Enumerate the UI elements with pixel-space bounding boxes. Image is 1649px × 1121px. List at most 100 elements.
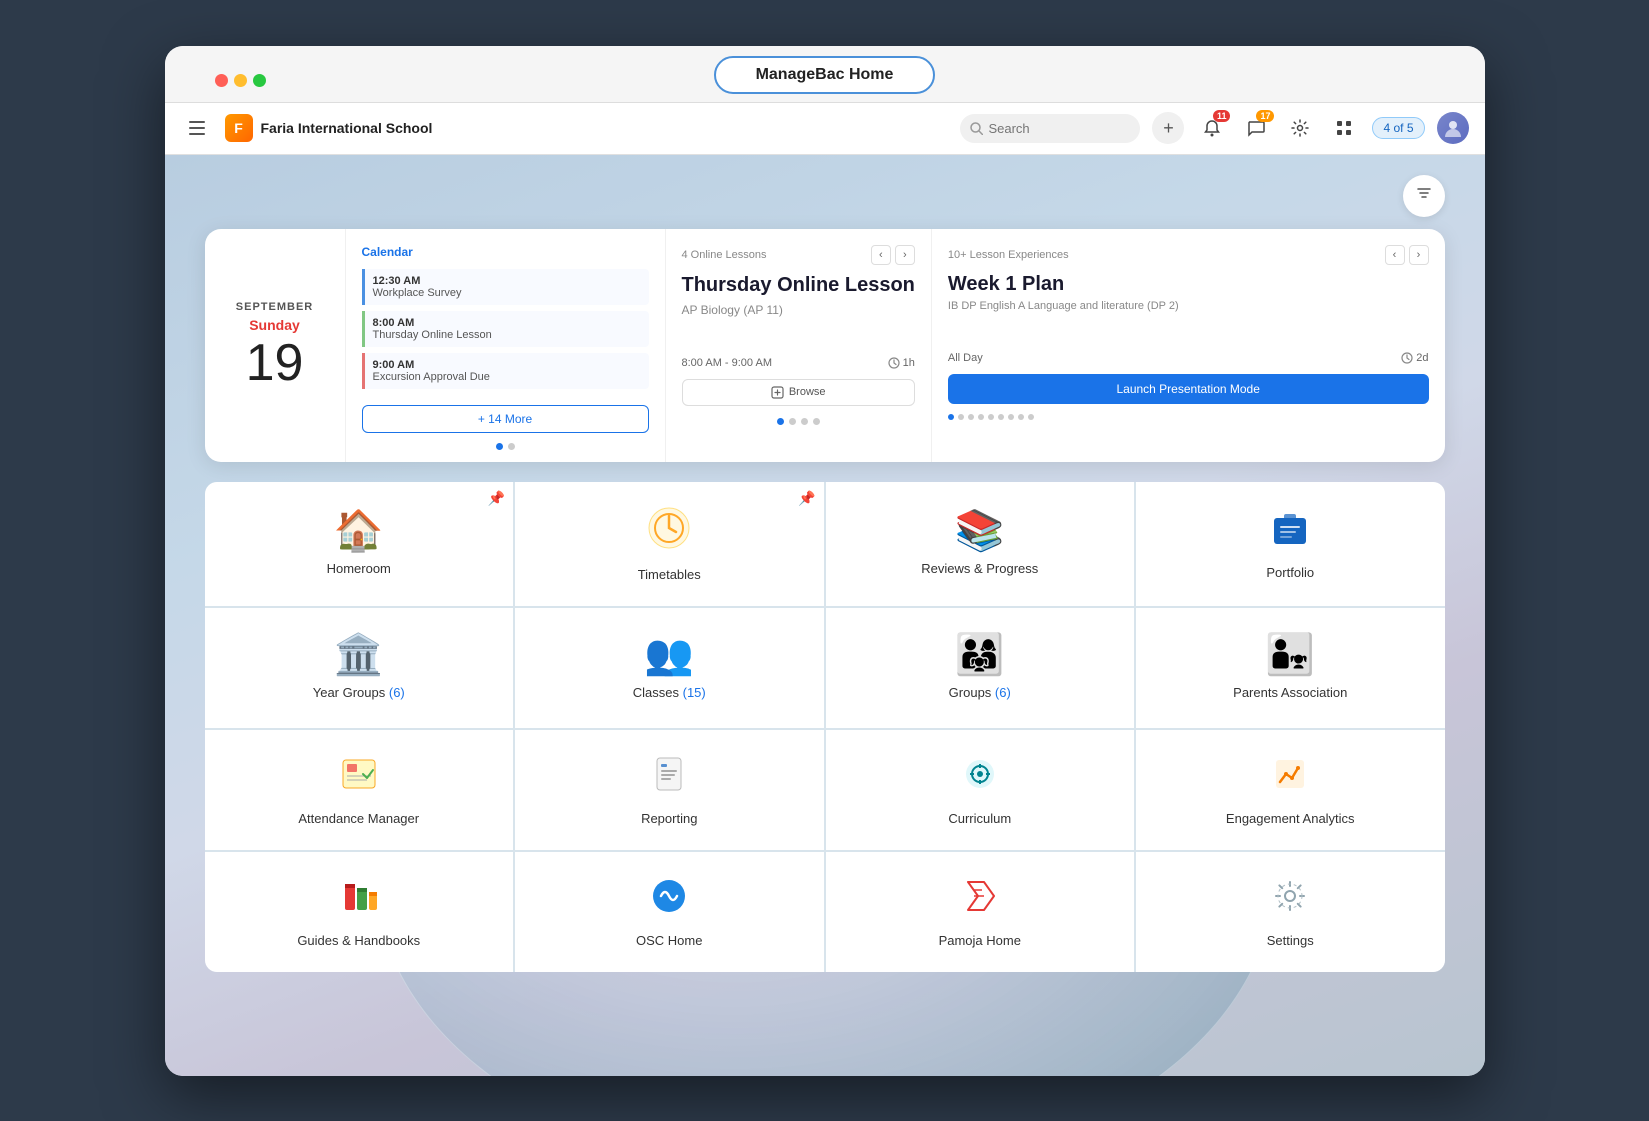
lesson-card-label: 4 Online Lessons bbox=[682, 249, 767, 261]
dot-1 bbox=[496, 443, 503, 450]
main-content: SEPTEMBER Sunday 19 Calendar 12:30 AM Wo… bbox=[165, 155, 1485, 1076]
add-button[interactable]: + bbox=[1152, 112, 1184, 144]
pin-icon: 📌 bbox=[488, 490, 505, 507]
grid-card-pamoja[interactable]: Pamoja Home bbox=[826, 852, 1135, 972]
osc-icon bbox=[649, 876, 689, 923]
pamoja-label: Pamoja Home bbox=[939, 933, 1021, 948]
grid-card-engagement[interactable]: Engagement Analytics bbox=[1136, 730, 1445, 850]
event-title: Thursday Online Lesson bbox=[373, 329, 641, 341]
portfolio-icon bbox=[1270, 508, 1310, 555]
calendar-event-lesson[interactable]: 8:00 AM Thursday Online Lesson bbox=[362, 311, 649, 347]
lesson-title: Thursday Online Lesson bbox=[682, 273, 915, 297]
grid-card-parents[interactable]: 👨‍👧 Parents Association bbox=[1136, 608, 1445, 728]
search-wrapper bbox=[960, 114, 1140, 143]
week-dots bbox=[948, 414, 1429, 420]
week-time-row: All Day 2d bbox=[948, 352, 1429, 364]
reviews-icon: 📚 bbox=[955, 511, 1005, 551]
week-card-header: 10+ Lesson Experiences ‹ › bbox=[948, 245, 1429, 265]
event-time: 8:00 AM bbox=[373, 317, 641, 329]
calendar-event-survey[interactable]: 12:30 AM Workplace Survey bbox=[362, 269, 649, 305]
browse-button[interactable]: Browse bbox=[682, 379, 915, 406]
lesson-next-button[interactable]: › bbox=[895, 245, 915, 265]
lesson-dots bbox=[682, 418, 915, 425]
week-plan-title: Week 1 Plan bbox=[948, 273, 1429, 296]
year-groups-label: Year Groups (6) bbox=[313, 685, 405, 700]
timetables-label: Timetables bbox=[638, 567, 701, 582]
grid-card-portfolio[interactable]: Portfolio bbox=[1136, 482, 1445, 606]
reporting-icon bbox=[649, 754, 689, 801]
logo-icon: F bbox=[225, 114, 253, 142]
week-prev-button[interactable]: ‹ bbox=[1385, 245, 1405, 265]
grid-card-groups[interactable]: 👨‍👩‍👧 Groups (6) bbox=[826, 608, 1135, 728]
calendar-day-number: 19 bbox=[246, 337, 304, 389]
settings-nav-button[interactable] bbox=[1284, 112, 1316, 144]
calendar-event-approval[interactable]: 9:00 AM Excursion Approval Due bbox=[362, 353, 649, 389]
search-icon bbox=[970, 122, 983, 135]
grid-card-attendance[interactable]: Attendance Manager bbox=[205, 730, 514, 850]
groups-label: Groups (6) bbox=[949, 685, 1011, 700]
user-count-badge[interactable]: 4 of 5 bbox=[1372, 117, 1424, 139]
school-logo: F Faria International School bbox=[225, 114, 433, 142]
browse-label: Browse bbox=[789, 386, 826, 398]
grid-card-curriculum[interactable]: Curriculum bbox=[826, 730, 1135, 850]
notifications-button[interactable]: 11 bbox=[1196, 112, 1228, 144]
grid-card-reviews[interactable]: 📚 Reviews & Progress bbox=[826, 482, 1135, 606]
grid-card-classes[interactable]: 👥 Classes (15) bbox=[515, 608, 824, 728]
maximize-button[interactable] bbox=[253, 74, 266, 87]
minimize-button[interactable] bbox=[234, 74, 247, 87]
lesson-duration: 1h bbox=[888, 357, 915, 369]
calendar-events: Calendar 12:30 AM Workplace Survey 8:00 … bbox=[345, 229, 665, 462]
grid-card-homeroom[interactable]: 📌 🏠 Homeroom bbox=[205, 482, 514, 606]
lesson-dot-2 bbox=[789, 418, 796, 425]
launch-presentation-button[interactable]: Launch Presentation Mode bbox=[948, 374, 1429, 404]
portfolio-label: Portfolio bbox=[1266, 565, 1314, 580]
attendance-label: Attendance Manager bbox=[298, 811, 419, 826]
traffic-lights bbox=[215, 74, 266, 87]
search-input[interactable] bbox=[960, 114, 1140, 143]
guides-icon bbox=[339, 876, 379, 923]
close-button[interactable] bbox=[215, 74, 228, 87]
calendar-more-button[interactable]: + 14 More bbox=[362, 405, 649, 433]
grid-card-timetables[interactable]: 📌 Timetables bbox=[515, 482, 824, 606]
window-title: ManageBac Home bbox=[714, 56, 936, 94]
lesson-subtitle: AP Biology (AP 11) bbox=[682, 303, 915, 317]
title-bar: ManageBac Home bbox=[165, 46, 1485, 103]
week-time-label: All Day bbox=[948, 352, 983, 364]
classes-icon: 👥 bbox=[644, 635, 694, 675]
grid-card-settings[interactable]: Settings bbox=[1136, 852, 1445, 972]
event-time: 9:00 AM bbox=[373, 359, 641, 371]
lesson-card-header: 4 Online Lessons ‹ › bbox=[682, 245, 915, 265]
menu-button[interactable] bbox=[181, 112, 213, 144]
avatar[interactable] bbox=[1437, 112, 1469, 144]
parents-icon: 👨‍👧 bbox=[1265, 635, 1315, 675]
week-plan-subtitle: IB DP English A Language and literature … bbox=[948, 300, 1429, 312]
grid-card-guides[interactable]: Guides & Handbooks bbox=[205, 852, 514, 972]
messages-button[interactable]: 17 bbox=[1240, 112, 1272, 144]
apps-button[interactable] bbox=[1328, 112, 1360, 144]
curriculum-icon bbox=[960, 754, 1000, 801]
settings-card-label: Settings bbox=[1267, 933, 1314, 948]
grid-card-osc[interactable]: OSC Home bbox=[515, 852, 824, 972]
event-title: Excursion Approval Due bbox=[373, 371, 641, 383]
grid-card-year-groups[interactable]: 🏛️ Year Groups (6) bbox=[205, 608, 514, 728]
browser-window: ManageBac Home F Faria International Sch… bbox=[165, 46, 1485, 1076]
homeroom-label: Homeroom bbox=[327, 561, 391, 576]
lesson-dot-1 bbox=[777, 418, 784, 425]
curriculum-label: Curriculum bbox=[948, 811, 1011, 826]
school-name: Faria International School bbox=[261, 120, 433, 136]
lesson-dot-3 bbox=[801, 418, 808, 425]
lesson-time-range: 8:00 AM - 9:00 AM bbox=[682, 357, 773, 369]
lesson-card-nav: ‹ › bbox=[871, 245, 915, 265]
week-next-button[interactable]: › bbox=[1409, 245, 1429, 265]
week-duration: 2d bbox=[1401, 352, 1428, 364]
sort-button[interactable] bbox=[1403, 175, 1445, 217]
content-wrapper: SEPTEMBER Sunday 19 Calendar 12:30 AM Wo… bbox=[205, 175, 1445, 972]
timetables-icon bbox=[647, 506, 691, 557]
classes-label: Classes (15) bbox=[633, 685, 706, 700]
grid-card-reporting[interactable]: Reporting bbox=[515, 730, 824, 850]
event-title: Workplace Survey bbox=[373, 287, 641, 299]
calendar-day-name: Sunday bbox=[249, 317, 300, 333]
pin-icon: 📌 bbox=[798, 490, 815, 507]
lesson-prev-button[interactable]: ‹ bbox=[871, 245, 891, 265]
parents-label: Parents Association bbox=[1233, 685, 1347, 700]
